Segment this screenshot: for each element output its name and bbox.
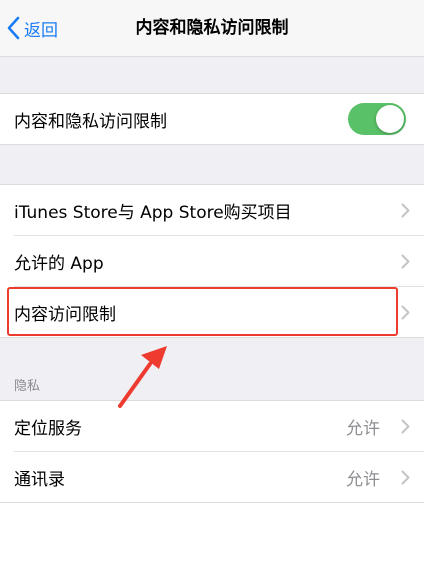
red-arrow-icon	[118, 346, 167, 408]
